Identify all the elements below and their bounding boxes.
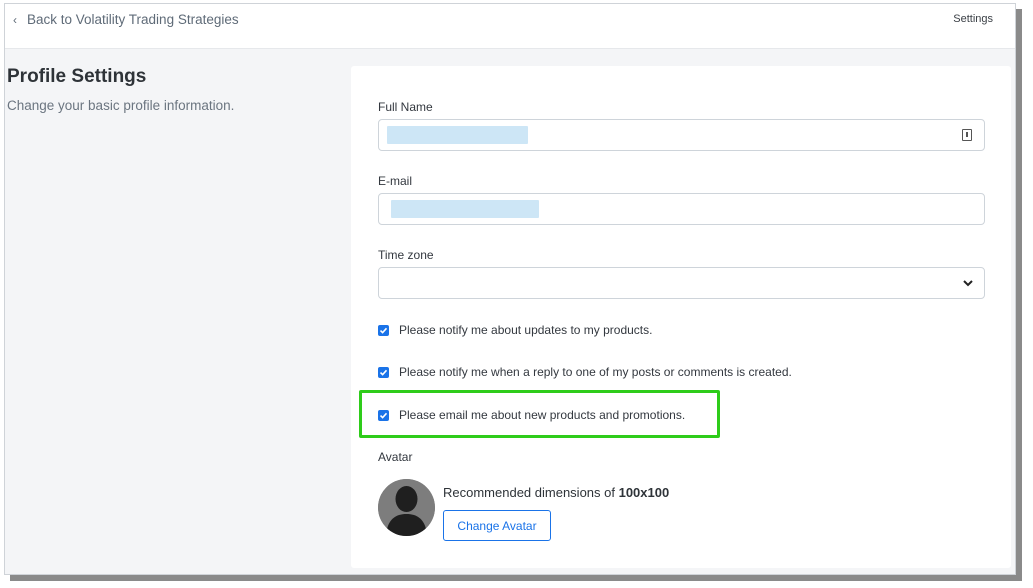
full-name-label: Full Name [378,100,433,114]
check-icon [379,327,388,334]
section-intro: Profile Settings Change your basic profi… [7,66,247,116]
redacted-value [387,126,528,144]
notify-updates-option[interactable]: Please notify me about updates to my pro… [378,323,652,337]
avatar-label: Avatar [378,450,413,464]
recommended-size: 100x100 [618,485,670,500]
email-label: E-mail [378,174,413,188]
chevron-left-icon: ‹ [13,12,17,27]
contact-card-icon[interactable] [962,129,972,141]
check-icon [379,369,388,376]
email-input[interactable] [378,193,985,225]
back-link-label: Back to Volatility Trading Strategies [27,12,239,27]
email-promotions-checkbox[interactable] [378,409,389,421]
email-promotions-option[interactable]: Please email me about new products and p… [378,408,685,422]
top-bar: ‹ Back to Volatility Trading Strategies … [5,4,1015,49]
notify-replies-option[interactable]: Please notify me when a reply to one of … [378,365,792,379]
back-link[interactable]: ‹ Back to Volatility Trading Strategies [13,12,239,27]
profile-form-card: Full Name E-mail Time zone Please notify… [351,66,1011,568]
avatar [378,479,435,536]
settings-link[interactable]: Settings [953,13,993,25]
chevron-down-icon [963,280,973,287]
email-promotions-label: Please email me about new products and p… [399,408,686,422]
redacted-value [391,200,539,218]
notify-updates-checkbox[interactable] [378,324,389,336]
timezone-select[interactable] [378,267,985,299]
app-window: ‹ Back to Volatility Trading Strategies … [4,3,1016,575]
notify-replies-checkbox[interactable] [378,366,389,378]
full-name-input[interactable] [378,119,985,151]
notify-updates-label: Please notify me about updates to my pro… [399,323,653,337]
notify-replies-label: Please notify me when a reply to one of … [399,365,792,379]
page-subtitle: Change your basic profile information. [7,98,235,113]
timezone-label: Time zone [378,248,434,262]
avatar-recommendation: Recommended dimensions of 100x100 [443,485,669,500]
check-icon [379,412,388,419]
page-title: Profile Settings [7,66,147,87]
change-avatar-button[interactable]: Change Avatar [443,510,551,541]
person-silhouette-icon [378,479,435,536]
recommendation-text: Recommended dimensions of [443,485,619,500]
